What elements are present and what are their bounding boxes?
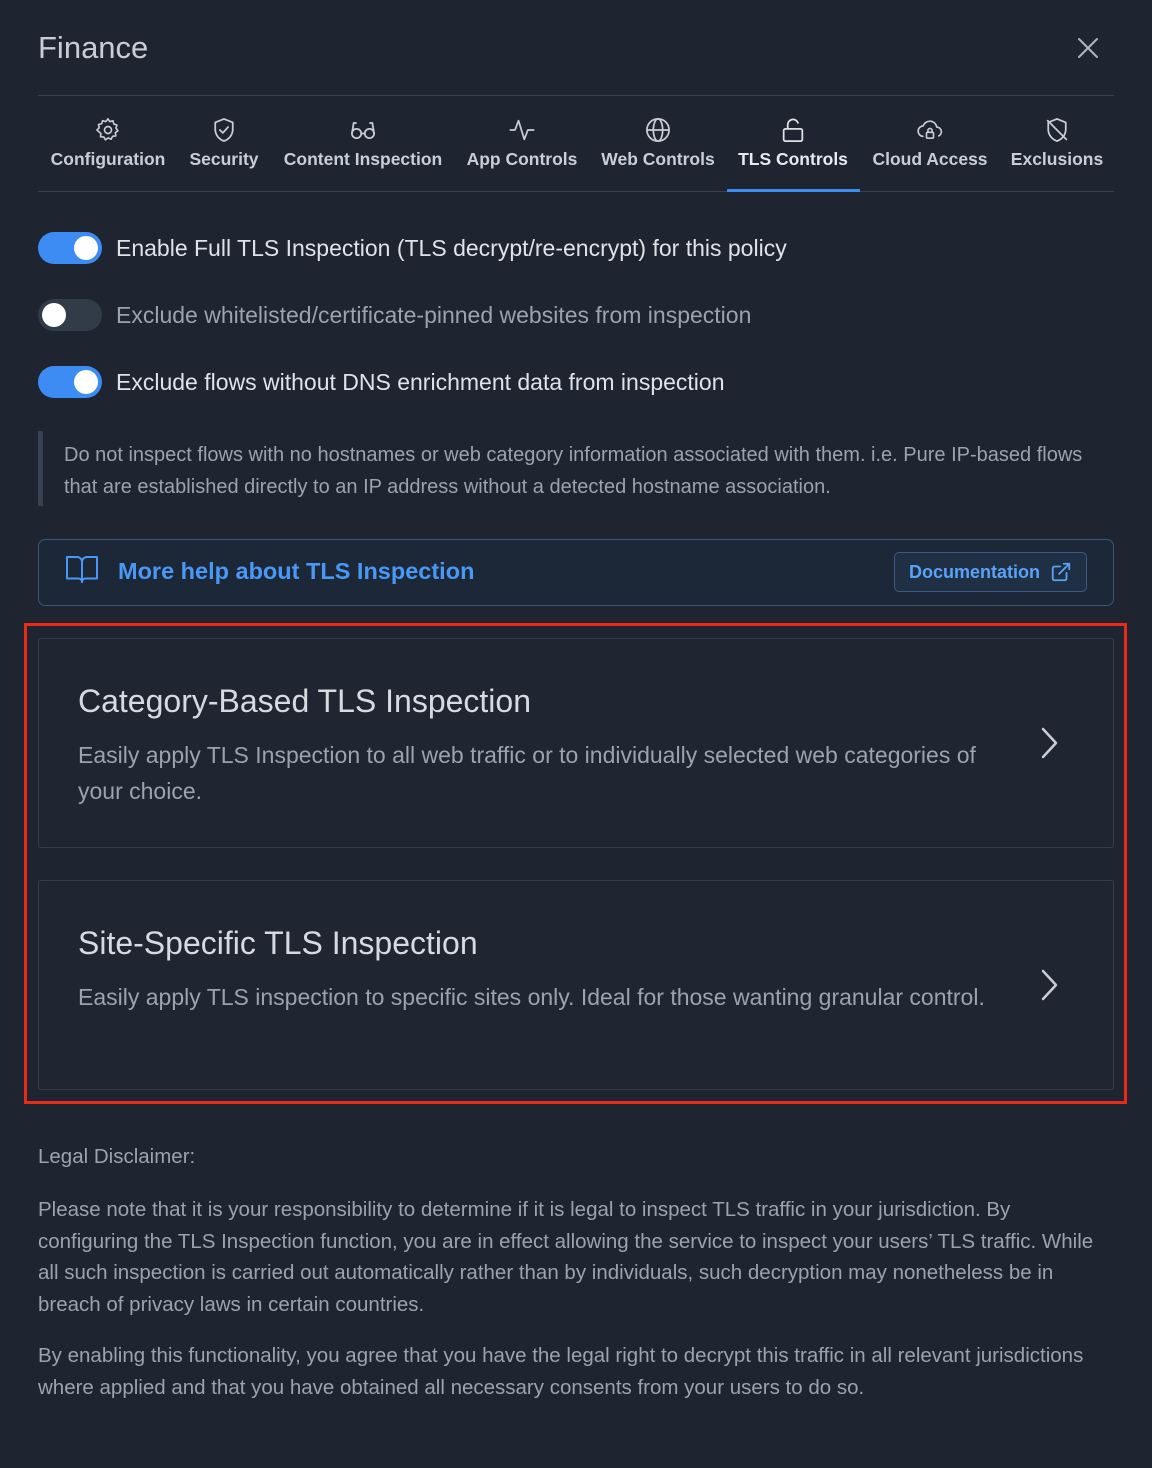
card-description: Easily apply TLS Inspection to all web t… xyxy=(78,742,976,804)
book-open-icon xyxy=(66,556,98,583)
disclaimer-paragraph: By enabling this functionality, you agre… xyxy=(38,1344,1084,1399)
modal-header: Finance xyxy=(38,0,1114,96)
disclaimer-paragraph: Please note that it is your responsibili… xyxy=(38,1198,1094,1316)
tab-app-controls[interactable]: App Controls xyxy=(466,96,578,192)
tab-exclusions[interactable]: Exclusions xyxy=(1011,96,1103,192)
page-title: Finance xyxy=(38,30,149,65)
tab-label: Web Controls xyxy=(601,149,715,169)
toggle-label: Exclude whitelisted/certificate-pinned w… xyxy=(116,301,752,328)
chevron-right-icon xyxy=(1041,969,1058,1001)
card-title: Site-Specific TLS Inspection xyxy=(78,925,478,961)
close-button[interactable] xyxy=(1076,36,1100,60)
toggle-exclude-no-dns[interactable]: Exclude flows without DNS enrichment dat… xyxy=(38,365,725,399)
tab-content-inspection[interactable]: Content Inspection xyxy=(283,96,443,192)
toggle-label: Exclude flows without DNS enrichment dat… xyxy=(116,368,725,395)
toggle-switch[interactable] xyxy=(38,366,102,398)
tab-cloud-access[interactable]: Cloud Access xyxy=(871,96,989,192)
tab-configuration[interactable]: Configuration xyxy=(50,96,166,192)
dns-note: Do not inspect flows with no hostnames o… xyxy=(38,431,1098,506)
external-link-icon xyxy=(1051,562,1071,582)
activity-icon xyxy=(509,119,535,141)
documentation-button[interactable]: Documentation xyxy=(894,552,1087,592)
unlock-icon xyxy=(782,118,804,142)
category-based-card[interactable]: Category-Based TLS Inspection Easily app… xyxy=(38,638,1114,848)
tab-label: Content Inspection xyxy=(283,149,443,169)
gear-icon xyxy=(96,118,119,141)
glasses-icon xyxy=(351,122,375,140)
tab-tls-controls[interactable]: TLS Controls xyxy=(737,96,849,192)
chevron-right-icon xyxy=(1041,727,1058,759)
documentation-label: Documentation xyxy=(908,561,1040,582)
card-description: Easily apply TLS inspection to specific … xyxy=(78,984,985,1010)
tab-security[interactable]: Security xyxy=(188,96,260,192)
help-banner: More help about TLS Inspection Documenta… xyxy=(38,539,1114,606)
tab-label: App Controls xyxy=(466,149,578,169)
globe-icon xyxy=(646,118,670,142)
toggle-switch[interactable] xyxy=(38,232,102,264)
active-tab-indicator xyxy=(727,189,860,192)
tab-label: Security xyxy=(189,149,259,169)
toggle-label: Enable Full TLS Inspection (TLS decrypt/… xyxy=(116,234,787,261)
toggle-full-tls-inspection[interactable]: Enable Full TLS Inspection (TLS decrypt/… xyxy=(38,231,787,265)
disclaimer-title: Legal Disclaimer: xyxy=(38,1145,196,1168)
tab-web-controls[interactable]: Web Controls xyxy=(600,96,716,192)
toggle-switch[interactable] xyxy=(38,299,102,331)
help-link[interactable]: More help about TLS Inspection xyxy=(118,558,474,585)
tab-bar: Configuration Security Content Inspectio… xyxy=(38,96,1114,192)
site-specific-card[interactable]: Site-Specific TLS Inspection Easily appl… xyxy=(38,880,1114,1090)
tab-label: TLS Controls xyxy=(738,149,848,169)
tab-label: Configuration xyxy=(50,149,166,169)
shield-check-icon xyxy=(214,118,234,142)
toggle-exclude-whitelisted[interactable]: Exclude whitelisted/certificate-pinned w… xyxy=(38,298,751,332)
tab-label: Cloud Access xyxy=(872,149,988,169)
close-icon[interactable] xyxy=(1076,36,1100,60)
tab-label: Exclusions xyxy=(1010,149,1104,169)
card-title: Category-Based TLS Inspection xyxy=(78,683,531,719)
cloud-lock-icon xyxy=(917,120,943,139)
shield-off-icon xyxy=(1046,118,1068,142)
